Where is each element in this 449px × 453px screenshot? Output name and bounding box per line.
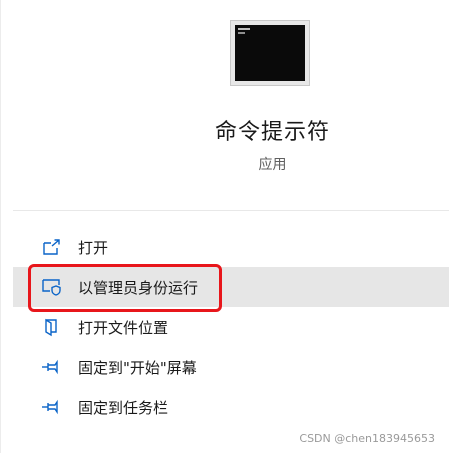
context-menu: 打开 以管理员身份运行 打开文件位置 固定到"开始"屏幕 固定到任务栏	[13, 227, 449, 427]
menu-item-open[interactable]: 打开	[13, 227, 449, 267]
start-menu-app-panel: 命令提示符 应用 打开 以管理员身份运行 打开文件位置 固定到"开始"屏幕 固定…	[0, 0, 449, 453]
menu-item-pin-to-start[interactable]: 固定到"开始"屏幕	[13, 347, 449, 387]
menu-item-label: 固定到任务栏	[78, 398, 169, 417]
open-icon	[41, 237, 63, 257]
menu-item-open-file-location[interactable]: 打开文件位置	[13, 307, 449, 347]
prompt-cursor-line-2	[238, 32, 245, 34]
watermark: CSDN @chen183945653	[299, 432, 435, 445]
pin-icon	[41, 397, 63, 417]
prompt-cursor-line	[238, 28, 250, 30]
app-subtitle: 应用	[258, 157, 287, 173]
command-prompt-screen	[235, 25, 305, 81]
command-prompt-icon[interactable]	[230, 20, 310, 86]
menu-item-label: 固定到"开始"屏幕	[78, 358, 197, 377]
menu-item-label: 打开	[78, 238, 109, 257]
file-location-icon	[41, 317, 63, 337]
menu-item-pin-to-taskbar[interactable]: 固定到任务栏	[13, 387, 449, 427]
menu-item-label: 以管理员身份运行	[78, 278, 199, 297]
app-title: 命令提示符	[214, 120, 330, 145]
shield-admin-icon	[41, 277, 63, 297]
menu-item-run-as-admin[interactable]: 以管理员身份运行	[13, 267, 449, 307]
divider	[13, 210, 449, 211]
menu-item-label: 打开文件位置	[78, 318, 169, 337]
pin-icon	[41, 357, 63, 377]
